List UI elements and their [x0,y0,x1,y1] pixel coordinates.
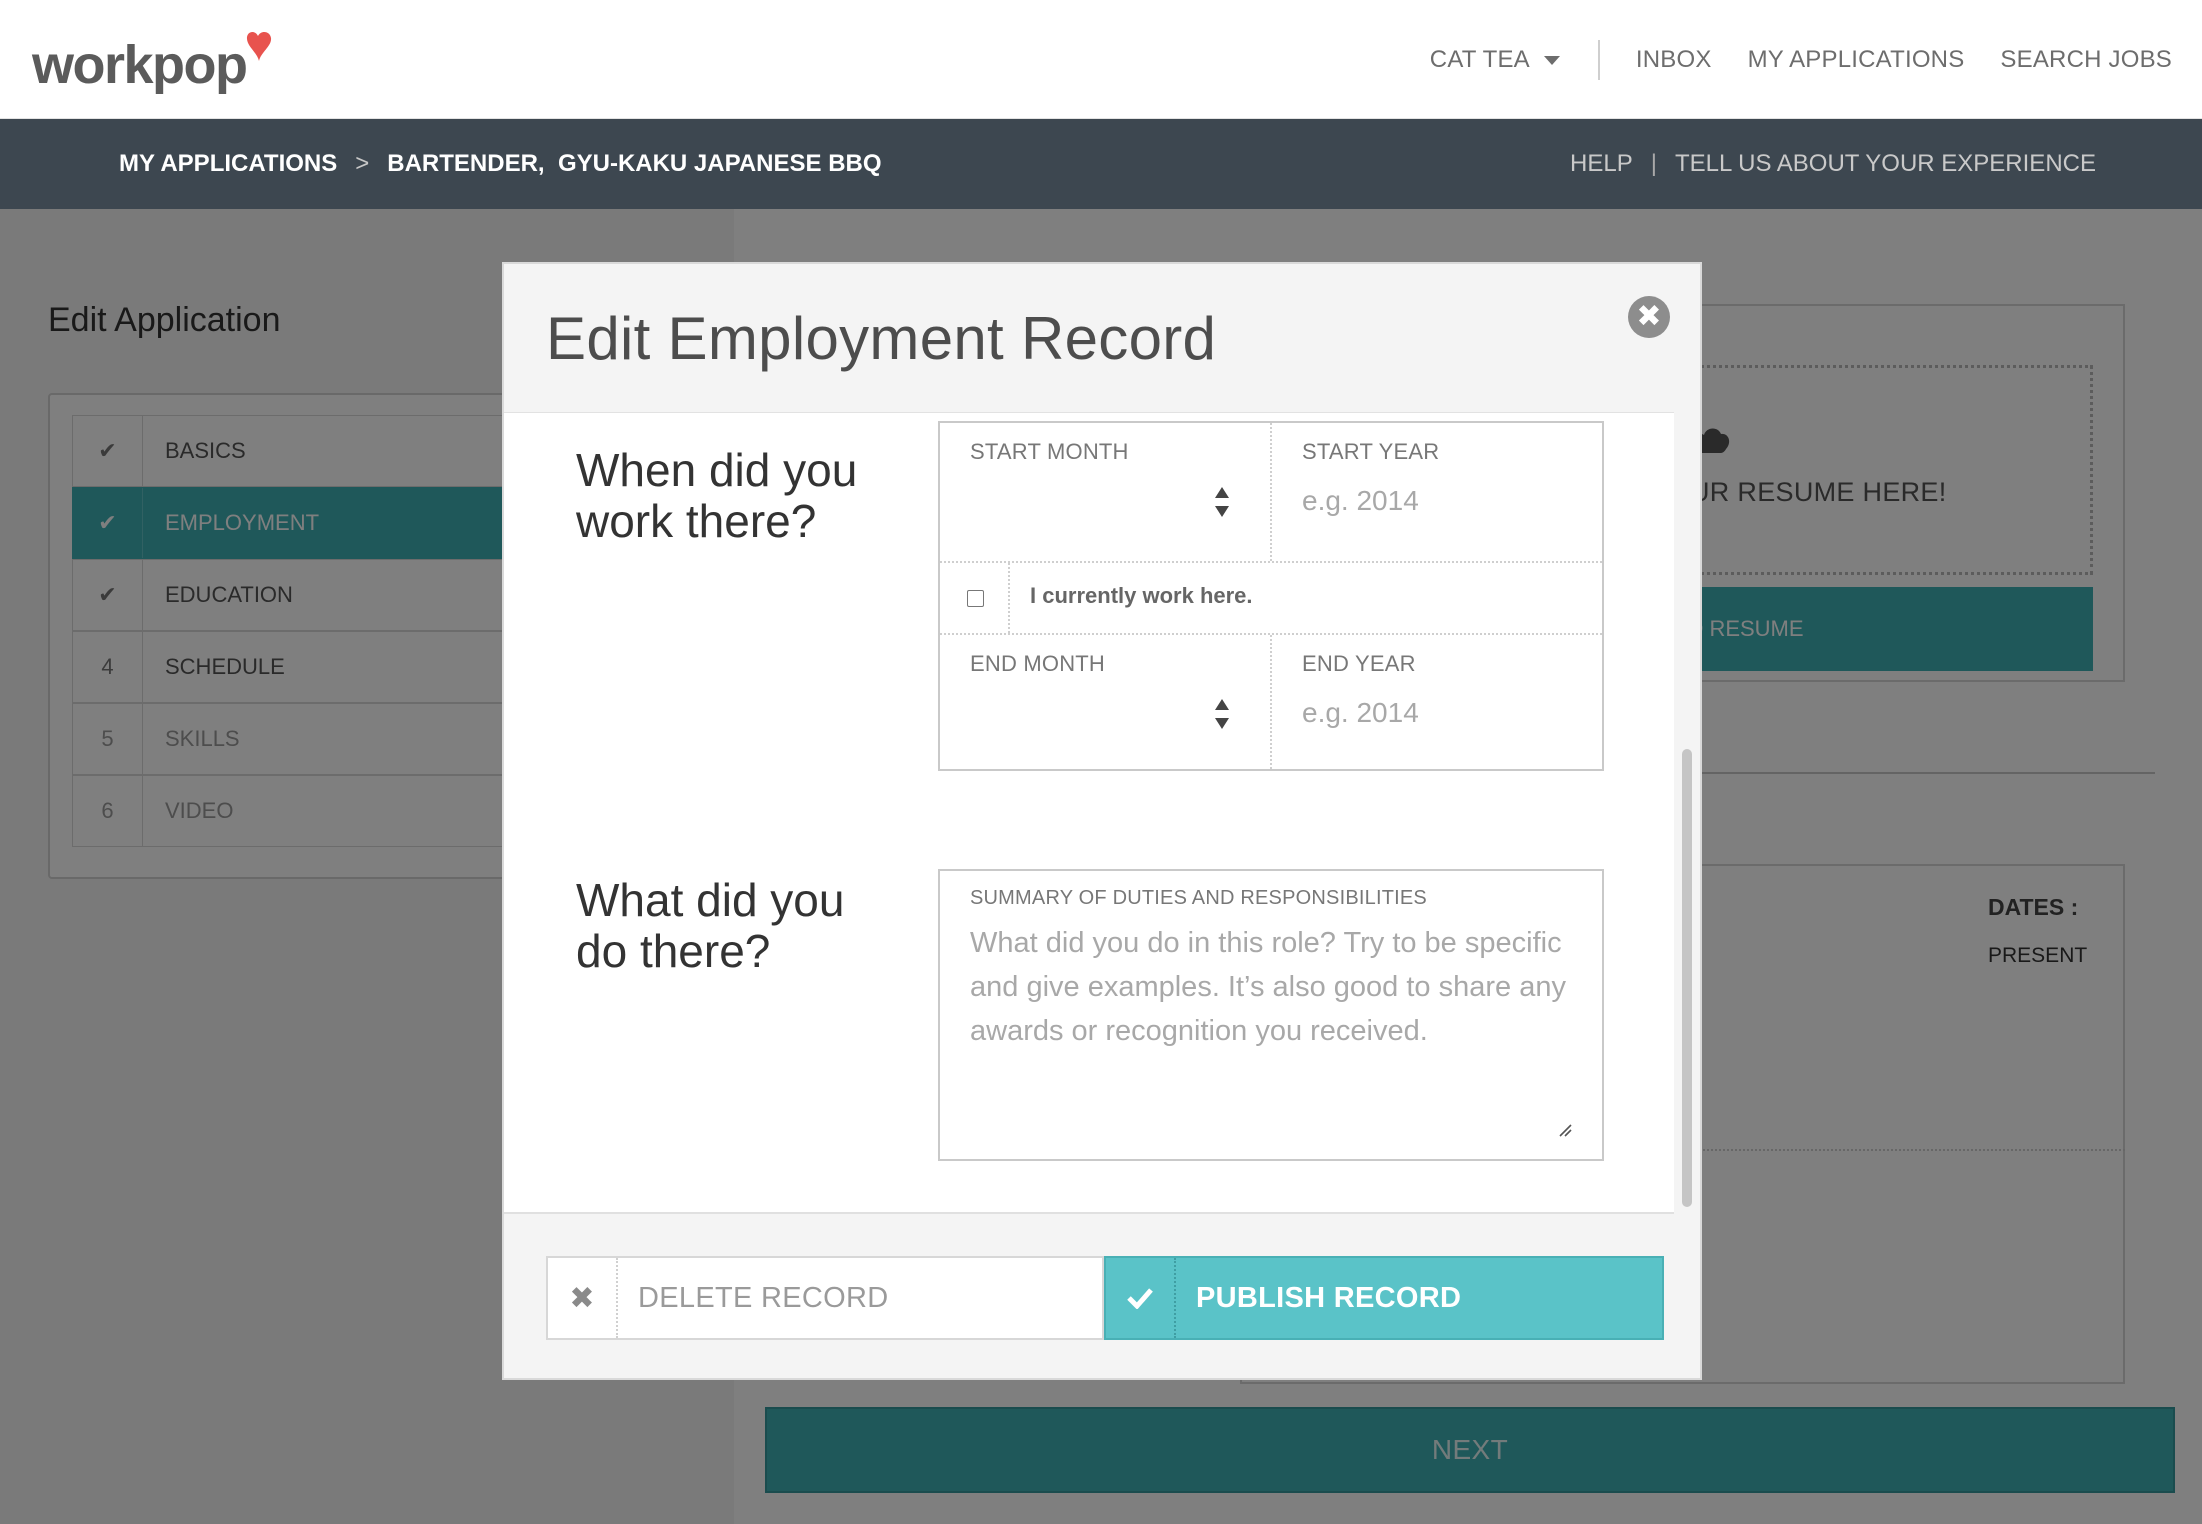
start-month-label: START MONTH [970,439,1129,464]
grid-divider [1270,635,1272,769]
dates-grid: START MONTH START YEAR e.g. 2014 I curre… [938,421,1604,771]
workpop-logo[interactable]: workpop [32,22,272,95]
x-icon: ✖ [548,1258,618,1338]
grid-divider [1008,563,1010,633]
publish-record-button[interactable]: PUBLISH RECORD [1104,1256,1664,1340]
summary-placeholder: What did you do in this role? Try to be … [970,927,1566,1047]
grid-divider [1270,423,1272,561]
what-question: What did you do there? [576,874,845,977]
breadcrumb-bar: MY APPLICATIONS > BARTENDER, GYU-KAKU JA… [0,119,2202,209]
checkmark-icon [1106,1258,1176,1338]
end-year-input[interactable]: END YEAR e.g. 2014 [1272,635,1602,769]
modal-scrollbar[interactable] [1682,749,1692,1207]
current-work-row[interactable]: I currently work here. [940,563,1602,633]
modal-body: When did you work there? START MONTH STA… [504,412,1674,1214]
close-icon[interactable]: ✖ [1628,296,1670,338]
end-year-label: END YEAR [1302,651,1416,676]
user-name: CAT TEA [1429,45,1530,73]
when-question: When did you work there? [576,444,858,547]
resize-grip-icon[interactable] [1558,1123,1572,1137]
caret-down-icon [1543,56,1560,65]
start-year-placeholder: e.g. 2014 [1302,485,1419,516]
summary-textarea[interactable]: SUMMARY OF DUTIES AND RESPONSIBILITIES W… [938,869,1604,1161]
nav-my-applications[interactable]: MY APPLICATIONS [1748,46,1965,74]
updown-arrows-icon [1215,487,1229,517]
help-divider: | [1650,150,1657,177]
help-link[interactable]: HELP [1570,150,1633,178]
end-month-select[interactable]: END MONTH [940,635,1270,769]
help-links: HELP | TELL US ABOUT YOUR EXPERIENCE [1570,119,2096,209]
top-header: workpop CAT TEA INBOX MY APPLICATIONS SE… [0,0,2202,119]
end-month-label: END MONTH [970,651,1106,676]
current-work-checkbox[interactable] [967,590,984,607]
logo-text: workpop [32,35,248,95]
user-menu[interactable]: CAT TEA [1430,46,1560,74]
nav-inbox[interactable]: INBOX [1636,46,1712,74]
updown-arrows-icon [1215,699,1229,729]
summary-label: SUMMARY OF DUTIES AND RESPONSIBILITIES [970,887,1427,909]
breadcrumb-current-job: BARTENDER, GYU-KAKU JAPANESE BBQ [387,150,882,177]
breadcrumb-separator: > [355,150,370,177]
delete-record-label: DELETE RECORD [638,1281,889,1314]
feedback-link[interactable]: TELL US ABOUT YOUR EXPERIENCE [1675,150,2096,178]
delete-record-button[interactable]: ✖ DELETE RECORD [546,1256,1104,1340]
start-year-input[interactable]: START YEAR e.g. 2014 [1272,423,1602,561]
edit-employment-modal: Edit Employment Record ✖ When did you wo… [502,262,1702,1380]
end-year-placeholder: e.g. 2014 [1302,697,1419,728]
modal-title: Edit Employment Record [546,305,1217,372]
publish-record-label: PUBLISH RECORD [1196,1281,1462,1314]
top-nav: CAT TEA INBOX MY APPLICATIONS SEARCH JOB… [1394,0,2172,119]
nav-search-jobs[interactable]: SEARCH JOBS [2000,46,2172,74]
breadcrumb-my-applications[interactable]: MY APPLICATIONS [119,150,337,178]
start-year-label: START YEAR [1302,439,1440,464]
breadcrumb: MY APPLICATIONS > BARTENDER, GYU-KAKU JA… [119,119,882,209]
current-work-label: I currently work here. [1030,583,1253,608]
nav-divider [1597,39,1600,80]
heart-icon [246,31,272,61]
start-month-select[interactable]: START MONTH [940,423,1270,561]
